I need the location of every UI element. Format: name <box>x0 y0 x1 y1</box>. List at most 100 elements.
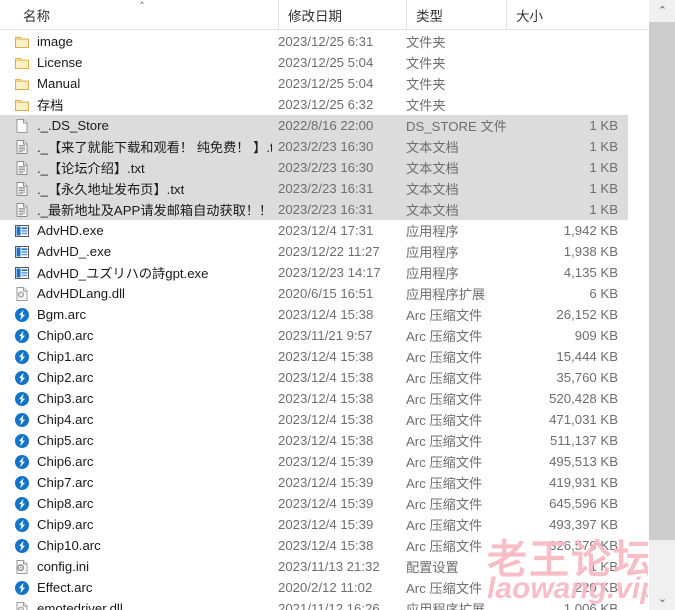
file-row[interactable]: 存档 2023/12/25 6:32 文件夹 <box>0 94 628 115</box>
file-size-cell: 1 KB <box>589 559 618 574</box>
file-size-cell: 1,942 KB <box>563 223 618 238</box>
arc-icon <box>14 391 30 407</box>
file-name-cell[interactable]: Chip1.arc <box>14 346 272 367</box>
file-row[interactable]: image 2023/12/25 6:31 文件夹 <box>0 31 628 52</box>
file-name-label: Chip4.arc <box>37 412 94 427</box>
file-date-modified-cell: 2022/8/16 22:00 <box>278 118 374 133</box>
file-type-cell: DS_STORE 文件 <box>406 119 506 134</box>
file-name-cell[interactable]: Chip5.arc <box>14 430 272 451</box>
file-name-label: Chip5.arc <box>37 433 94 448</box>
file-date-modified-cell: 2023/12/25 5:04 <box>278 76 374 91</box>
file-row[interactable]: Chip5.arc 2023/12/4 15:38 Arc 压缩文件 511,137 … <box>0 430 628 451</box>
file-row[interactable]: Chip4.arc 2023/12/4 15:38 Arc 压缩文件 471,031 … <box>0 409 628 430</box>
file-size-cell: 909 KB <box>574 328 618 343</box>
file-size-cell: 15,444 KB <box>556 349 618 364</box>
file-type-cell: Arc 压缩文件 <box>406 308 483 323</box>
file-name-label: image <box>37 34 73 49</box>
file-name-cell[interactable]: ._.DS_Store <box>14 115 272 136</box>
file-size-cell: 1 KB <box>589 160 618 175</box>
file-row[interactable]: Chip9.arc 2023/12/4 15:39 Arc 压缩文件 493,397 … <box>0 514 628 535</box>
file-name-label: Chip3.arc <box>37 391 94 406</box>
file-name-cell[interactable]: emotedriver.dll <box>14 598 272 610</box>
file-name-cell[interactable]: Bgm.arc <box>14 304 272 325</box>
file-date-modified-cell: 2023/12/4 15:38 <box>278 412 374 427</box>
file-name-cell[interactable]: config.ini <box>14 556 272 577</box>
file-size-cell: 6 KB <box>589 286 618 301</box>
file-row[interactable]: AdvHDLang.dll 2020/6/15 16:51 应用程序扩展 6 KB <box>0 283 628 304</box>
file-name-cell[interactable]: AdvHD.exe <box>14 220 272 241</box>
file-name-cell[interactable]: Chip2.arc <box>14 367 272 388</box>
file-type-cell: Arc 压缩文件 <box>406 476 483 491</box>
scroll-up-icon[interactable]: ⌃ <box>649 0 675 22</box>
file-row[interactable]: ._【来了就能下载和观看！ 纯免费！ 】.txt 2023/2/23 16:30 文… <box>0 136 628 157</box>
file-row[interactable]: Bgm.arc 2023/12/4 15:38 Arc 压缩文件 26,152 KB <box>0 304 628 325</box>
file-size-cell <box>506 73 624 94</box>
file-name-cell[interactable]: Chip4.arc <box>14 409 272 430</box>
file-name-label: ._最新地址及APP请发邮箱自动获取！！ ... <box>37 203 272 218</box>
file-row[interactable]: License 2023/12/25 5:04 文件夹 <box>0 52 628 73</box>
file-row[interactable]: Chip7.arc 2023/12/4 15:39 Arc 压缩文件 419,931 … <box>0 472 628 493</box>
file-date-modified-cell: 2023/12/4 15:39 <box>278 454 374 469</box>
column-header-date-modified-label: 修改日期 <box>288 9 342 24</box>
file-row[interactable]: Chip2.arc 2023/12/4 15:38 Arc 压缩文件 35,760 K… <box>0 367 628 388</box>
file-row[interactable]: ._最新地址及APP请发邮箱自动获取！！ ... 2023/2/23 16:31 文… <box>0 199 628 220</box>
file-name-label: Chip2.arc <box>37 370 94 385</box>
vertical-scrollbar[interactable]: ⌃ ⌄ <box>648 0 675 610</box>
scrollbar-thumb[interactable] <box>649 22 675 540</box>
file-name-cell[interactable]: Chip8.arc <box>14 493 272 514</box>
file-name-label: ._【来了就能下载和观看！ 纯免费！ 】.txt <box>37 140 272 155</box>
folder-icon <box>14 34 30 50</box>
column-header-type[interactable]: 类型 <box>406 0 506 30</box>
file-row[interactable]: ._【论坛介绍】.txt 2023/2/23 16:30 文本文档 1 KB <box>0 157 628 178</box>
file-row[interactable]: Chip6.arc 2023/12/4 15:39 Arc 压缩文件 495,513 … <box>0 451 628 472</box>
file-row[interactable]: AdvHD.exe 2023/12/4 17:31 应用程序 1,942 KB <box>0 220 628 241</box>
file-name-cell[interactable]: ._【论坛介绍】.txt <box>14 157 272 178</box>
file-size-cell: 493,397 KB <box>549 517 618 532</box>
file-name-cell[interactable]: image <box>14 31 272 52</box>
file-row[interactable]: Chip1.arc 2023/12/4 15:38 Arc 压缩文件 15,444 K… <box>0 346 628 367</box>
file-type-cell: Arc 压缩文件 <box>406 413 483 428</box>
file-list[interactable]: image 2023/12/25 6:31 文件夹 License 2023/12/25… <box>0 31 648 610</box>
column-header-name[interactable]: 名称 <box>14 0 278 30</box>
file-row[interactable]: Chip8.arc 2023/12/4 15:39 Arc 压缩文件 645,596 … <box>0 493 628 514</box>
file-row[interactable]: Effect.arc 2020/2/12 11:02 Arc 压缩文件 220 KB <box>0 577 628 598</box>
file-name-cell[interactable]: AdvHD_ユズリハの詩gpt.exe <box>14 262 272 283</box>
file-name-label: emotedriver.dll <box>37 601 123 610</box>
file-row[interactable]: emotedriver.dll 2021/11/12 16:26 应用程序扩展 1,0… <box>0 598 628 610</box>
file-row[interactable]: AdvHD_ユズリハの詩gpt.exe 2023/12/23 14:17 应用程序 4… <box>0 262 628 283</box>
file-type-cell: 应用程序 <box>406 266 459 281</box>
file-row[interactable]: Manual 2023/12/25 5:04 文件夹 <box>0 73 628 94</box>
file-name-cell[interactable]: Manual <box>14 73 272 94</box>
file-size-cell: 326,579 KB <box>549 538 618 553</box>
file-date-modified-cell: 2023/2/23 16:31 <box>278 181 374 196</box>
file-name-cell[interactable]: Effect.arc <box>14 577 272 598</box>
file-name-cell[interactable]: Chip6.arc <box>14 451 272 472</box>
file-date-modified-cell: 2023/2/23 16:30 <box>278 139 374 154</box>
column-header-size[interactable]: 大小 <box>506 0 626 30</box>
file-name-cell[interactable]: ._【来了就能下载和观看！ 纯免费！ 】.txt <box>14 136 272 157</box>
file-date-modified-cell: 2023/12/22 11:27 <box>278 244 380 259</box>
file-name-cell[interactable]: ._【永久地址发布页】.txt <box>14 178 272 199</box>
file-row[interactable]: ._.DS_Store 2022/8/16 22:00 DS_STORE 文件 1 K… <box>0 115 628 136</box>
file-row[interactable]: Chip0.arc 2023/11/21 9:57 Arc 压缩文件 909 KB <box>0 325 628 346</box>
file-row[interactable]: ._【永久地址发布页】.txt 2023/2/23 16:31 文本文档 1 KB <box>0 178 628 199</box>
file-row[interactable]: config.ini 2023/11/13 21:32 配置设置 1 KB <box>0 556 628 577</box>
file-name-cell[interactable]: AdvHDLang.dll <box>14 283 272 304</box>
file-name-cell[interactable]: Chip3.arc <box>14 388 272 409</box>
file-name-cell[interactable]: Chip7.arc <box>14 472 272 493</box>
column-header-date-modified[interactable]: 修改日期 <box>278 0 406 30</box>
file-name-cell[interactable]: Chip0.arc <box>14 325 272 346</box>
file-row[interactable]: AdvHD_.exe 2023/12/22 11:27 应用程序 1,938 KB <box>0 241 628 262</box>
scroll-down-icon[interactable]: ⌄ <box>649 588 675 610</box>
file-name-cell[interactable]: ._最新地址及APP请发邮箱自动获取！！ ... <box>14 199 272 220</box>
file-date-modified-cell: 2023/12/4 15:38 <box>278 307 374 322</box>
file-size-cell: 1 KB <box>589 118 618 133</box>
file-row[interactable]: Chip10.arc 2023/12/4 15:38 Arc 压缩文件 326,579… <box>0 535 628 556</box>
file-name-cell[interactable]: Chip9.arc <box>14 514 272 535</box>
file-name-cell[interactable]: AdvHD_.exe <box>14 241 272 262</box>
file-name-cell[interactable]: 存档 <box>14 94 272 115</box>
file-name-cell[interactable]: License <box>14 52 272 73</box>
file-name-cell[interactable]: Chip10.arc <box>14 535 272 556</box>
file-row[interactable]: Chip3.arc 2023/12/4 15:38 Arc 压缩文件 520,428 … <box>0 388 628 409</box>
file-size-cell: 520,428 KB <box>549 391 618 406</box>
